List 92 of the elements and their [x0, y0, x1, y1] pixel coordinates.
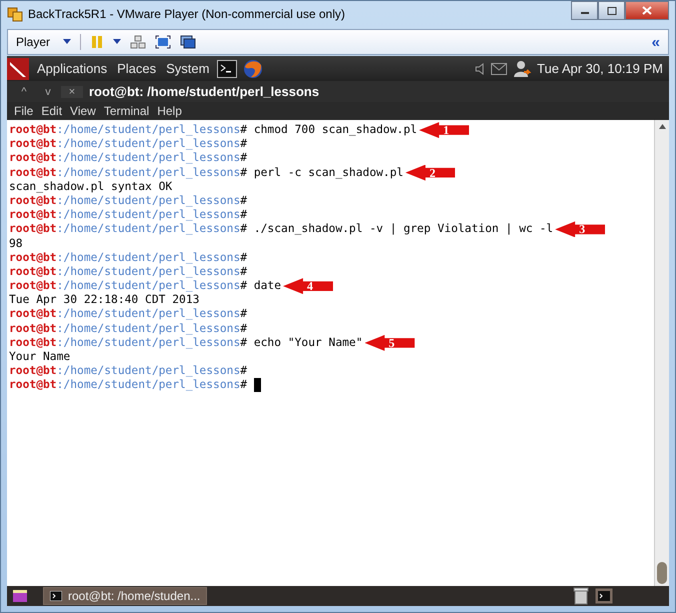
prompt-path: :/home/student/perl_lessons	[56, 264, 240, 280]
output-text: 98	[9, 236, 23, 251]
scroll-down-button[interactable]: v	[37, 86, 59, 98]
prompt-path: :/home/student/perl_lessons	[56, 208, 240, 222]
panel-menu[interactable]: System	[164, 61, 212, 76]
close-tab-button[interactable]: ×	[61, 86, 83, 98]
prompt-path: :/home/student/perl_lessons	[56, 336, 240, 350]
prompt-path: :/home/student/perl_lessons	[56, 378, 240, 393]
prompt-path: :/home/student/perl_lessons	[56, 222, 240, 237]
prompt-user: root@bt	[9, 250, 57, 265]
prompt-user: root@bt	[9, 151, 57, 166]
menu-item[interactable]: File	[10, 104, 38, 118]
mail-icon[interactable]	[491, 62, 508, 74]
command-text: echo "Your Name"	[254, 336, 363, 350]
prompt-user: root@bt	[9, 336, 57, 350]
output-text: Tue Apr 30 22:18:40 CDT 2013	[9, 293, 200, 308]
close-button[interactable]	[625, 1, 669, 20]
prompt-symbol: #	[240, 194, 248, 208]
prompt-user: root@bt	[9, 166, 57, 180]
output-text: Your Name	[9, 350, 70, 364]
close-icon	[642, 6, 652, 15]
prompt-path: :/home/student/perl_lessons	[56, 166, 240, 180]
prompt-symbol: #	[240, 322, 248, 336]
prompt-user: root@bt	[9, 208, 57, 222]
prompt-user: root@bt	[9, 194, 57, 208]
prompt-path: :/home/student/perl_lessons	[56, 194, 240, 208]
prompt-symbol: #	[240, 208, 248, 222]
prompt-symbol: #	[240, 364, 248, 378]
prompt-user: root@bt	[9, 378, 57, 393]
prompt-user: root@bt	[9, 364, 57, 378]
prompt-symbol: #	[240, 264, 248, 280]
prompt-user: root@bt	[9, 123, 57, 138]
prompt-symbol: #	[240, 123, 248, 138]
caret-icon[interactable]	[113, 39, 122, 45]
prompt-user: root@bt	[9, 322, 57, 336]
minimize-button[interactable]	[571, 1, 598, 20]
prompt-symbol: #	[240, 250, 248, 265]
menu-item[interactable]: View	[66, 104, 100, 118]
prompt-symbol: #	[240, 137, 248, 152]
panel-menu[interactable]: Places	[115, 61, 158, 76]
scroll-up-button[interactable]: ^	[13, 86, 35, 98]
maximize-icon	[606, 6, 616, 14]
trash-icon[interactable]	[573, 587, 589, 605]
prompt-user: root@bt	[9, 279, 57, 294]
prompt-symbol: #	[240, 336, 248, 350]
prompt-path: :/home/student/perl_lessons	[56, 364, 240, 378]
prompt-user: root@bt	[9, 137, 57, 152]
prompt-path: :/home/student/perl_lessons	[56, 322, 240, 336]
user-icon[interactable]	[513, 60, 532, 78]
menu-item[interactable]: Terminal	[100, 104, 154, 118]
prompt-user: root@bt	[9, 264, 57, 280]
command-text: date	[254, 279, 282, 294]
command-text: chmod 700 scan_shadow.pl	[254, 123, 418, 138]
prompt-symbol: #	[240, 279, 248, 294]
maximize-button[interactable]	[598, 1, 625, 20]
output-text: scan_shadow.pl syntax OK	[9, 180, 172, 194]
prompt-user: root@bt	[9, 222, 57, 237]
app-icon	[7, 6, 23, 22]
prompt-symbol: #	[240, 151, 248, 166]
prompt-user: root@bt	[9, 307, 57, 322]
prompt-symbol: #	[240, 222, 248, 237]
prompt-path: :/home/student/perl_lessons	[56, 279, 240, 294]
taskbar-window-button[interactable]: root@bt: /home/studen...	[43, 587, 208, 605]
network-icon[interactable]	[130, 35, 146, 49]
browser-icon[interactable]	[243, 58, 264, 78]
panel-menu[interactable]: Applications	[35, 61, 110, 76]
window-title: BackTrack5R1 - VMware Player (Non-commercial use only)	[28, 7, 345, 21]
command-text: ./scan_shadow.pl -v | grep Violation | wc -l	[254, 222, 554, 237]
caret-icon[interactable]	[63, 39, 72, 45]
prompt-path: :/home/student/perl_lessons	[56, 137, 240, 152]
terminal-icon[interactable]	[217, 60, 238, 78]
prompt-symbol: #	[240, 307, 248, 322]
menu-item[interactable]: Help	[153, 104, 186, 118]
show-desktop-icon[interactable]	[13, 590, 27, 602]
menu-item[interactable]: Edit	[37, 104, 66, 118]
prompt-symbol: #	[240, 166, 248, 180]
terminal-icon	[50, 591, 62, 601]
prompt-symbol: #	[240, 378, 248, 393]
scrollbar-thumb[interactable]	[657, 562, 667, 584]
prompt-path: :/home/student/perl_lessons	[56, 250, 240, 265]
fullscreen-icon[interactable]	[155, 35, 172, 49]
prompt-path: :/home/student/perl_lessons	[56, 307, 240, 322]
player-menu[interactable]: Player	[16, 35, 54, 49]
collapse-button[interactable]: «	[652, 34, 660, 50]
terminal-title: root@bt: /home/student/perl_lessons	[89, 84, 320, 99]
prompt-path: :/home/student/perl_lessons	[56, 151, 240, 166]
scrollbar[interactable]	[654, 120, 669, 586]
command-text: perl -c scan_shadow.pl	[254, 166, 404, 180]
clock[interactable]: Tue Apr 30, 10:19 PM	[537, 61, 663, 76]
speaker-icon[interactable]	[475, 62, 486, 74]
scroll-up-arrow-icon[interactable]	[658, 124, 666, 129]
prompt-path: :/home/student/perl_lessons	[56, 123, 240, 138]
